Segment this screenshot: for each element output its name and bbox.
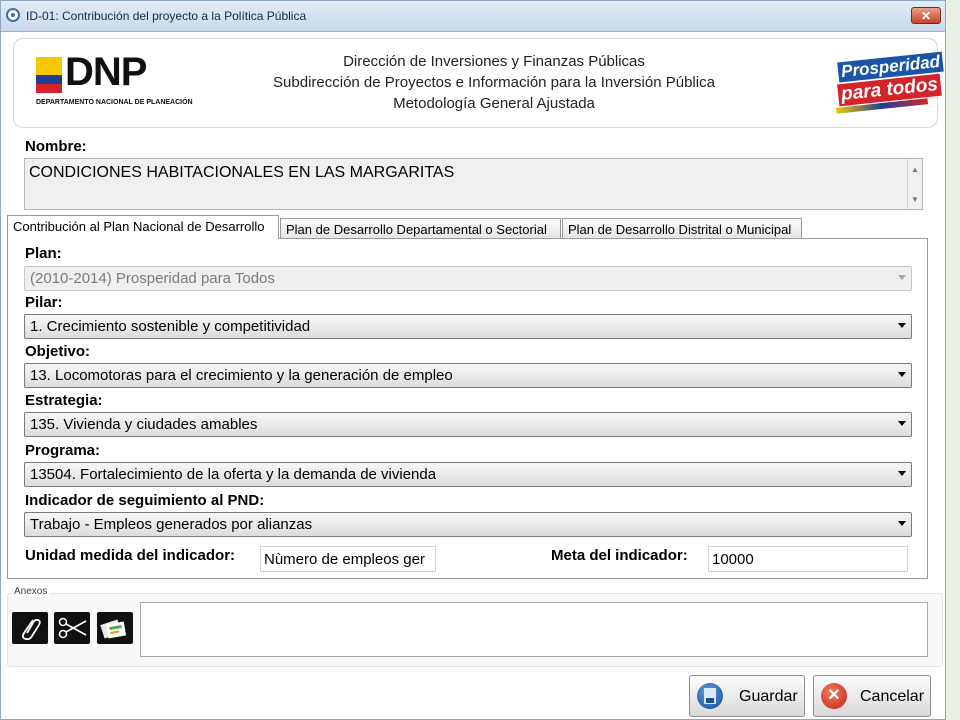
pilar-select[interactable]: 1. Crecimiento sostenible y competitivid… [24, 314, 912, 339]
chevron-down-icon [898, 421, 906, 426]
indicador-label: Indicador de seguimiento al PND: [25, 492, 265, 509]
prosperidad-logo: Prosperidad para todos [835, 51, 944, 114]
save-button-label: Guardar [739, 688, 798, 705]
window-title: ID-01: Contribución del proyecto a la Po… [26, 9, 307, 23]
header-line-3: Metodología General Ajustada [393, 95, 595, 112]
scroll-down-icon[interactable]: ▼ [908, 195, 922, 204]
tab-plan-municipal[interactable]: Plan de Desarrollo Distrital o Municipal [562, 218, 802, 239]
nombre-scrollbar[interactable]: ▲ ▼ [907, 159, 922, 209]
chevron-down-icon [898, 471, 906, 476]
objetivo-select[interactable]: 13. Locomotoras para el crecimiento y la… [24, 363, 912, 388]
tab-plan-nacional[interactable]: Contribución al Plan Nacional de Desarro… [7, 215, 279, 239]
dnp-logo-subtext: DEPARTAMENTO NACIONAL DE PLANEACIÓN [36, 99, 193, 106]
dnp-logo-text: DNP [65, 50, 147, 94]
programa-label: Programa: [25, 442, 101, 459]
cut-button[interactable] [54, 612, 90, 644]
plan-value: (2010-2014) Prosperidad para Todos [30, 270, 275, 287]
nombre-label: Nombre: [25, 138, 87, 155]
save-icon [697, 683, 723, 709]
colombia-flag-icon [36, 57, 62, 93]
scissors-icon [58, 617, 87, 639]
programa-value: 13504. Fortalecimiento de la oferta y la… [30, 466, 437, 483]
documents-icon [100, 619, 127, 639]
nombre-value: CONDICIONES HABITACIONALES EN LAS MARGAR… [29, 164, 455, 181]
meta-label: Meta del indicador: [551, 547, 688, 564]
estrategia-select[interactable]: 135. Vivienda y ciudades amables [24, 412, 912, 437]
chevron-down-icon [898, 372, 906, 377]
pilar-value: 1. Crecimiento sostenible y competitivid… [30, 318, 311, 335]
paperclip-icon [21, 618, 41, 641]
pilar-label: Pilar: [25, 294, 63, 311]
objetivo-value: 13. Locomotoras para el crecimiento y la… [30, 367, 453, 384]
anexos-label: Anexos [12, 586, 50, 597]
chevron-down-icon [898, 323, 906, 328]
header-titles: Dirección de Inversiones y Finanzas Públ… [214, 51, 774, 114]
close-button[interactable]: ✕ [911, 7, 941, 24]
cancel-icon: ✕ [821, 683, 847, 709]
documents-button[interactable] [97, 612, 133, 644]
indicador-value: Trabajo - Empleos generados por alianzas [30, 516, 313, 533]
objetivo-label: Objetivo: [25, 343, 91, 360]
meta-value: 10000 [712, 551, 754, 568]
unidad-field[interactable]: Nùmero de empleos ger [260, 546, 436, 572]
tab-plan-departamental[interactable]: Plan de Desarrollo Departamental o Secto… [280, 218, 561, 239]
dnp-logo: DNP DEPARTAMENTO NACIONAL DE PLANEACIÓN [34, 50, 193, 114]
chevron-down-icon [898, 521, 906, 526]
attach-button[interactable] [12, 612, 48, 644]
header-line-1: Dirección de Inversiones y Finanzas Públ… [343, 53, 645, 70]
plan-select[interactable]: (2010-2014) Prosperidad para Todos [24, 266, 912, 291]
scroll-up-icon[interactable]: ▲ [908, 165, 922, 174]
cancel-button-label: Cancelar [860, 688, 925, 705]
header-line-2: Subdirección de Proyectos e Información … [273, 74, 715, 91]
dialog-window: ID-01: Contribución del proyecto a la Po… [0, 0, 946, 720]
title-bar[interactable]: ID-01: Contribución del proyecto a la Po… [1, 1, 945, 32]
nombre-field[interactable]: CONDICIONES HABITACIONALES EN LAS MARGAR… [24, 158, 923, 210]
estrategia-value: 135. Vivienda y ciudades amables [30, 416, 258, 433]
header-banner: DNP DEPARTAMENTO NACIONAL DE PLANEACIÓN … [13, 38, 944, 128]
programa-select[interactable]: 13504. Fortalecimiento de la oferta y la… [24, 462, 912, 487]
app-icon [6, 8, 20, 22]
anexos-list[interactable] [140, 602, 928, 657]
unidad-value: Nùmero de empleos ger [264, 551, 425, 568]
indicador-select[interactable]: Trabajo - Empleos generados por alianzas [24, 512, 912, 537]
estrategia-label: Estrategia: [25, 392, 103, 409]
plan-label: Plan: [25, 245, 62, 262]
cancel-button[interactable]: ✕ Cancelar [813, 675, 931, 717]
chevron-down-icon [898, 275, 906, 280]
meta-field[interactable]: 10000 [708, 546, 908, 572]
unidad-label: Unidad medida del indicador: [25, 547, 236, 564]
save-button[interactable]: Guardar [689, 675, 805, 717]
